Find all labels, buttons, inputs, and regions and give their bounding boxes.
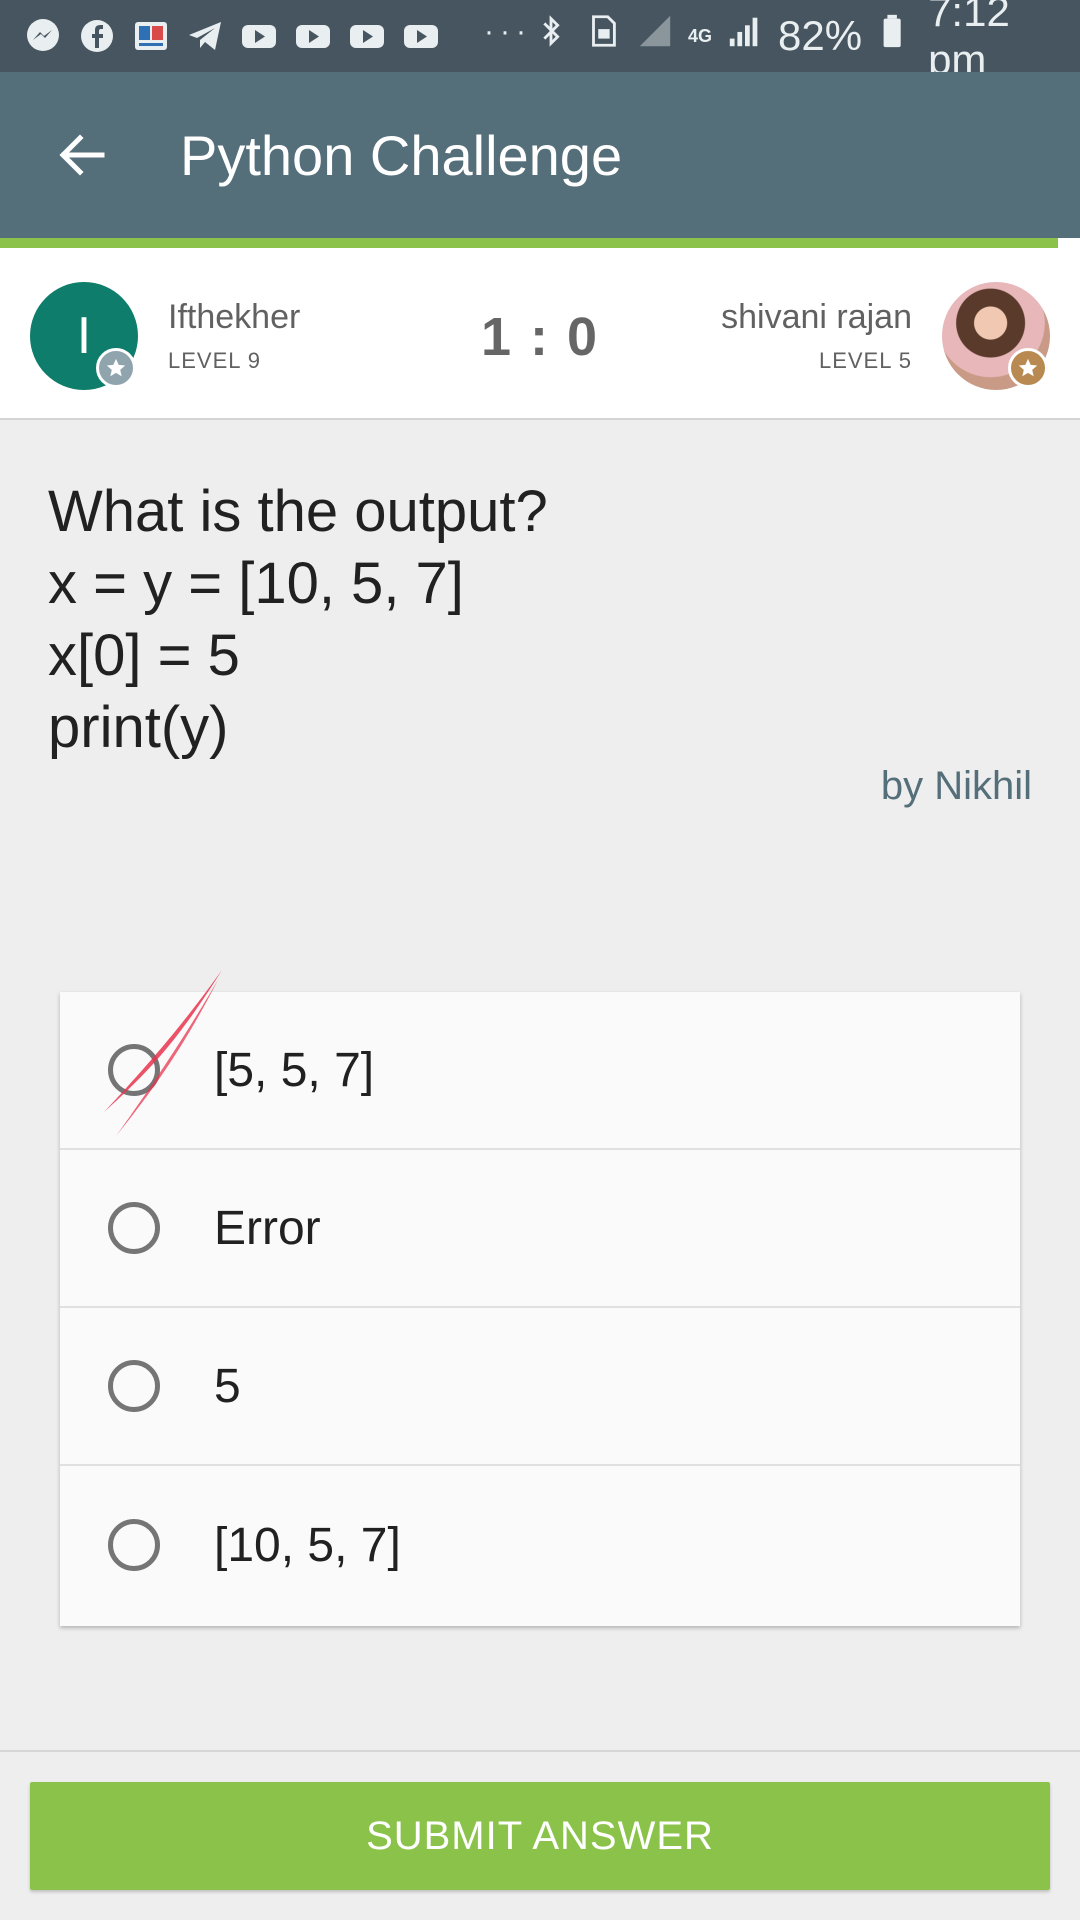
telegram-icon [184, 15, 226, 57]
star-badge-icon [96, 348, 136, 388]
answer-option-label: [10, 5, 7] [214, 1518, 401, 1572]
answer-options: [5, 5, 7] Error 5 [10, 5, 7] [60, 992, 1020, 1626]
overflow-dots: ··· [484, 15, 532, 48]
youtube-icon [400, 15, 442, 57]
battery-percent: 82% [778, 12, 863, 59]
question-line: x = y = [10, 5, 7] [48, 551, 464, 616]
bottom-divider [0, 1750, 1080, 1752]
answer-option[interactable]: Error [60, 1150, 1020, 1308]
bluetooth-icon [532, 12, 570, 60]
player-left-name: Ifthekher [168, 298, 301, 336]
network-type: 4G [687, 26, 712, 46]
back-arrow-icon[interactable] [42, 115, 122, 195]
answer-option[interactable]: [10, 5, 7] [60, 1466, 1020, 1624]
radio-button[interactable] [108, 1360, 160, 1412]
challenge-progress-fill [0, 238, 1059, 248]
sim-icon [584, 12, 622, 60]
signal-empty-icon [636, 12, 674, 60]
player-left-level: LEVEL 9 [168, 348, 262, 373]
challenge-progress [0, 238, 1080, 252]
question-author: by Nikhil [880, 764, 1032, 808]
app-toolbar: Python Challenge [0, 72, 1080, 238]
answer-option-label: 5 [214, 1359, 241, 1413]
question-line: x[0] = 5 [48, 623, 240, 688]
radio-button[interactable] [108, 1202, 160, 1254]
players-header: I Ifthekher LEVEL 9 1 : 0 shivani rajan … [0, 252, 1080, 420]
signal-icon [726, 12, 764, 60]
player-right-level: LEVEL 5 [818, 348, 912, 373]
answer-option-label: [5, 5, 7] [214, 1043, 375, 1097]
answer-option[interactable]: 5 [60, 1308, 1020, 1466]
score: 1 : 0 [480, 307, 600, 367]
question-text: What is the output? x = y = [10, 5, 7] x… [48, 476, 548, 764]
answer-option[interactable]: [5, 5, 7] [60, 992, 1020, 1150]
page-title: Python Challenge [180, 123, 623, 187]
app-icon [130, 15, 172, 57]
battery-icon [876, 12, 914, 60]
facebook-icon [76, 15, 118, 57]
question-line: What is the output? [48, 479, 548, 544]
youtube-icon [292, 15, 334, 57]
star-badge-icon [1008, 348, 1048, 388]
answer-option-label: Error [214, 1201, 321, 1255]
radio-button[interactable] [108, 1044, 160, 1096]
question-line: print(y) [48, 695, 229, 760]
submit-answer-button[interactable]: SUBMIT ANSWER [30, 1782, 1050, 1890]
radio-button[interactable] [108, 1519, 160, 1571]
youtube-icon [238, 15, 280, 57]
youtube-icon [346, 15, 388, 57]
player-right-name: shivani rajan [721, 298, 912, 336]
status-bar: ··· 4G 82% 7:12 pm [0, 0, 1080, 83]
messenger-icon [22, 15, 64, 57]
